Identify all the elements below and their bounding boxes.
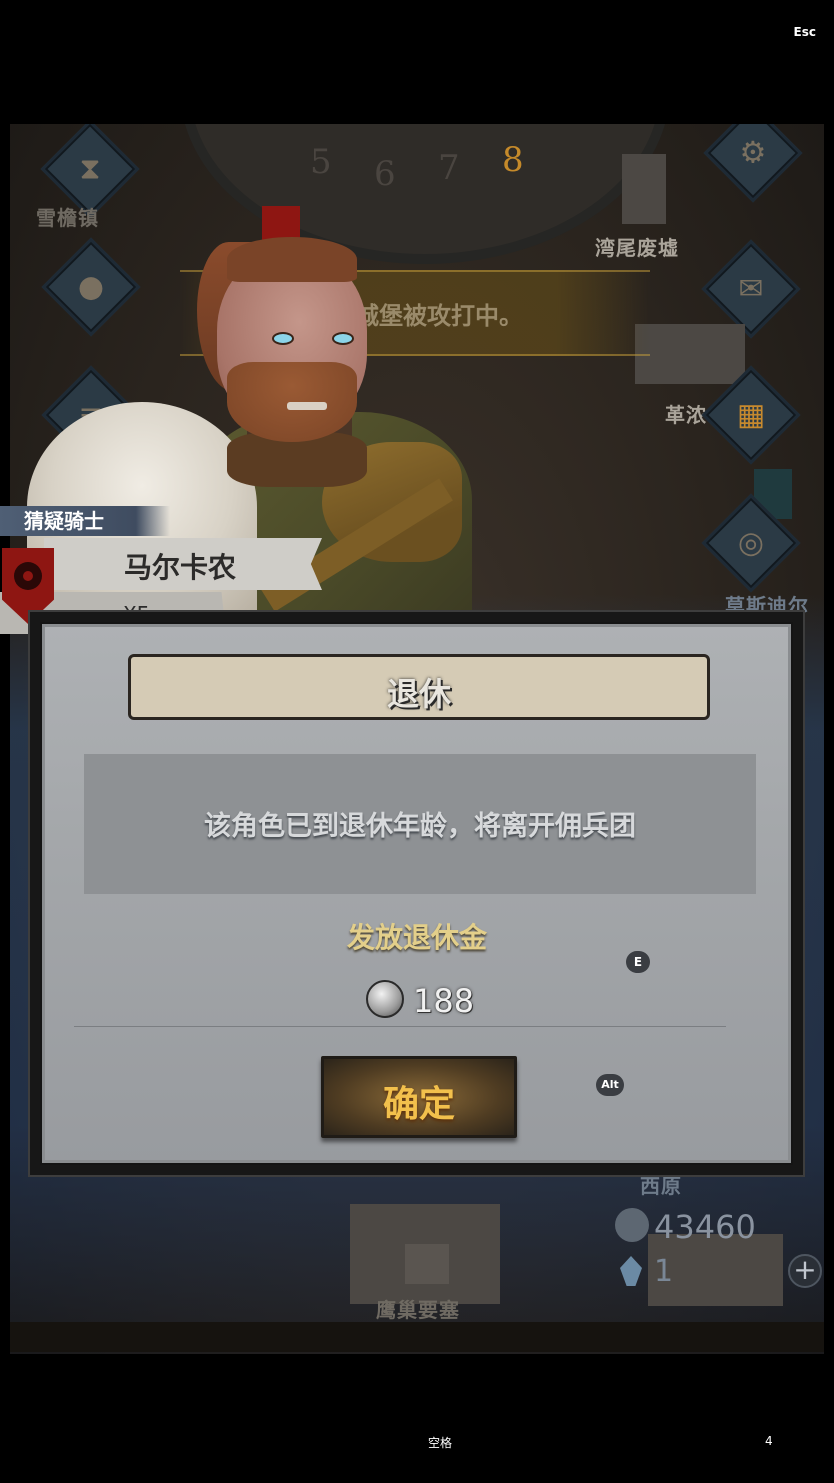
envelope-icon: ✉: [738, 271, 764, 307]
silver-coin-icon: [615, 1208, 649, 1242]
location-bay-ruins[interactable]: 湾尾废墟: [595, 232, 679, 261]
crystal-count: 1: [654, 1254, 674, 1289]
page-number: 4: [765, 1434, 773, 1448]
dialog-message-box: 该角色已到退休年龄，将离开佣兵团: [84, 754, 756, 894]
dialog-message: 该角色已到退休年龄，将离开佣兵团: [204, 811, 636, 842]
key-hint-alt[interactable]: Alt: [596, 1074, 624, 1096]
dial-number: 7: [438, 148, 460, 188]
dialog-title: 退休: [386, 675, 451, 713]
dial-number: 5: [310, 142, 332, 182]
pension-label: 发放退休金: [346, 921, 487, 954]
dialog-divider: [74, 1026, 726, 1027]
location-eagle-fortress[interactable]: 鹰巢要塞: [376, 1294, 460, 1323]
location-snow-town[interactable]: 雪檐镇: [36, 202, 99, 231]
portrait-eye: [272, 332, 294, 345]
pension-amount: 188: [413, 982, 475, 1020]
confirm-button[interactable]: 确定: [321, 1056, 517, 1138]
space-key-hint[interactable]: 空格: [428, 1434, 452, 1451]
silver-coin-icon: [366, 980, 404, 1018]
location-leather-town[interactable]: 革浓: [665, 399, 707, 428]
dial-number-active: 8: [502, 140, 524, 180]
silver-count: 43460: [654, 1208, 756, 1246]
hourglass-icon: ⧗: [79, 151, 101, 187]
dialog-title-bar: 退休: [128, 654, 710, 720]
esc-key-hint[interactable]: Esc: [794, 25, 816, 39]
add-currency-button[interactable]: +: [788, 1254, 822, 1288]
bottom-bar: [10, 1322, 824, 1352]
coin-stack-icon: ◎: [737, 525, 765, 561]
ledger-icon: ▦: [736, 397, 766, 433]
dial-number: 6: [374, 154, 396, 194]
fortress-gate-icon: [405, 1244, 449, 1284]
character-name: 马尔卡农: [124, 551, 237, 584]
portrait-mouth: [287, 402, 327, 410]
settings-button[interactable]: ⚙: [703, 124, 803, 203]
character-name-plate: 马尔卡农: [44, 538, 322, 590]
crest-emblem-icon: [14, 562, 42, 590]
key-hint-e[interactable]: E: [626, 951, 650, 973]
portrait-eye: [332, 332, 354, 345]
tower-icon: [622, 154, 666, 224]
gear-icon: ⚙: [739, 135, 767, 171]
character-class: 猜疑骑士: [0, 506, 170, 536]
confirm-label: 确定: [382, 1084, 455, 1125]
town-icon: [635, 324, 745, 384]
portrait-hair-top: [227, 237, 357, 282]
